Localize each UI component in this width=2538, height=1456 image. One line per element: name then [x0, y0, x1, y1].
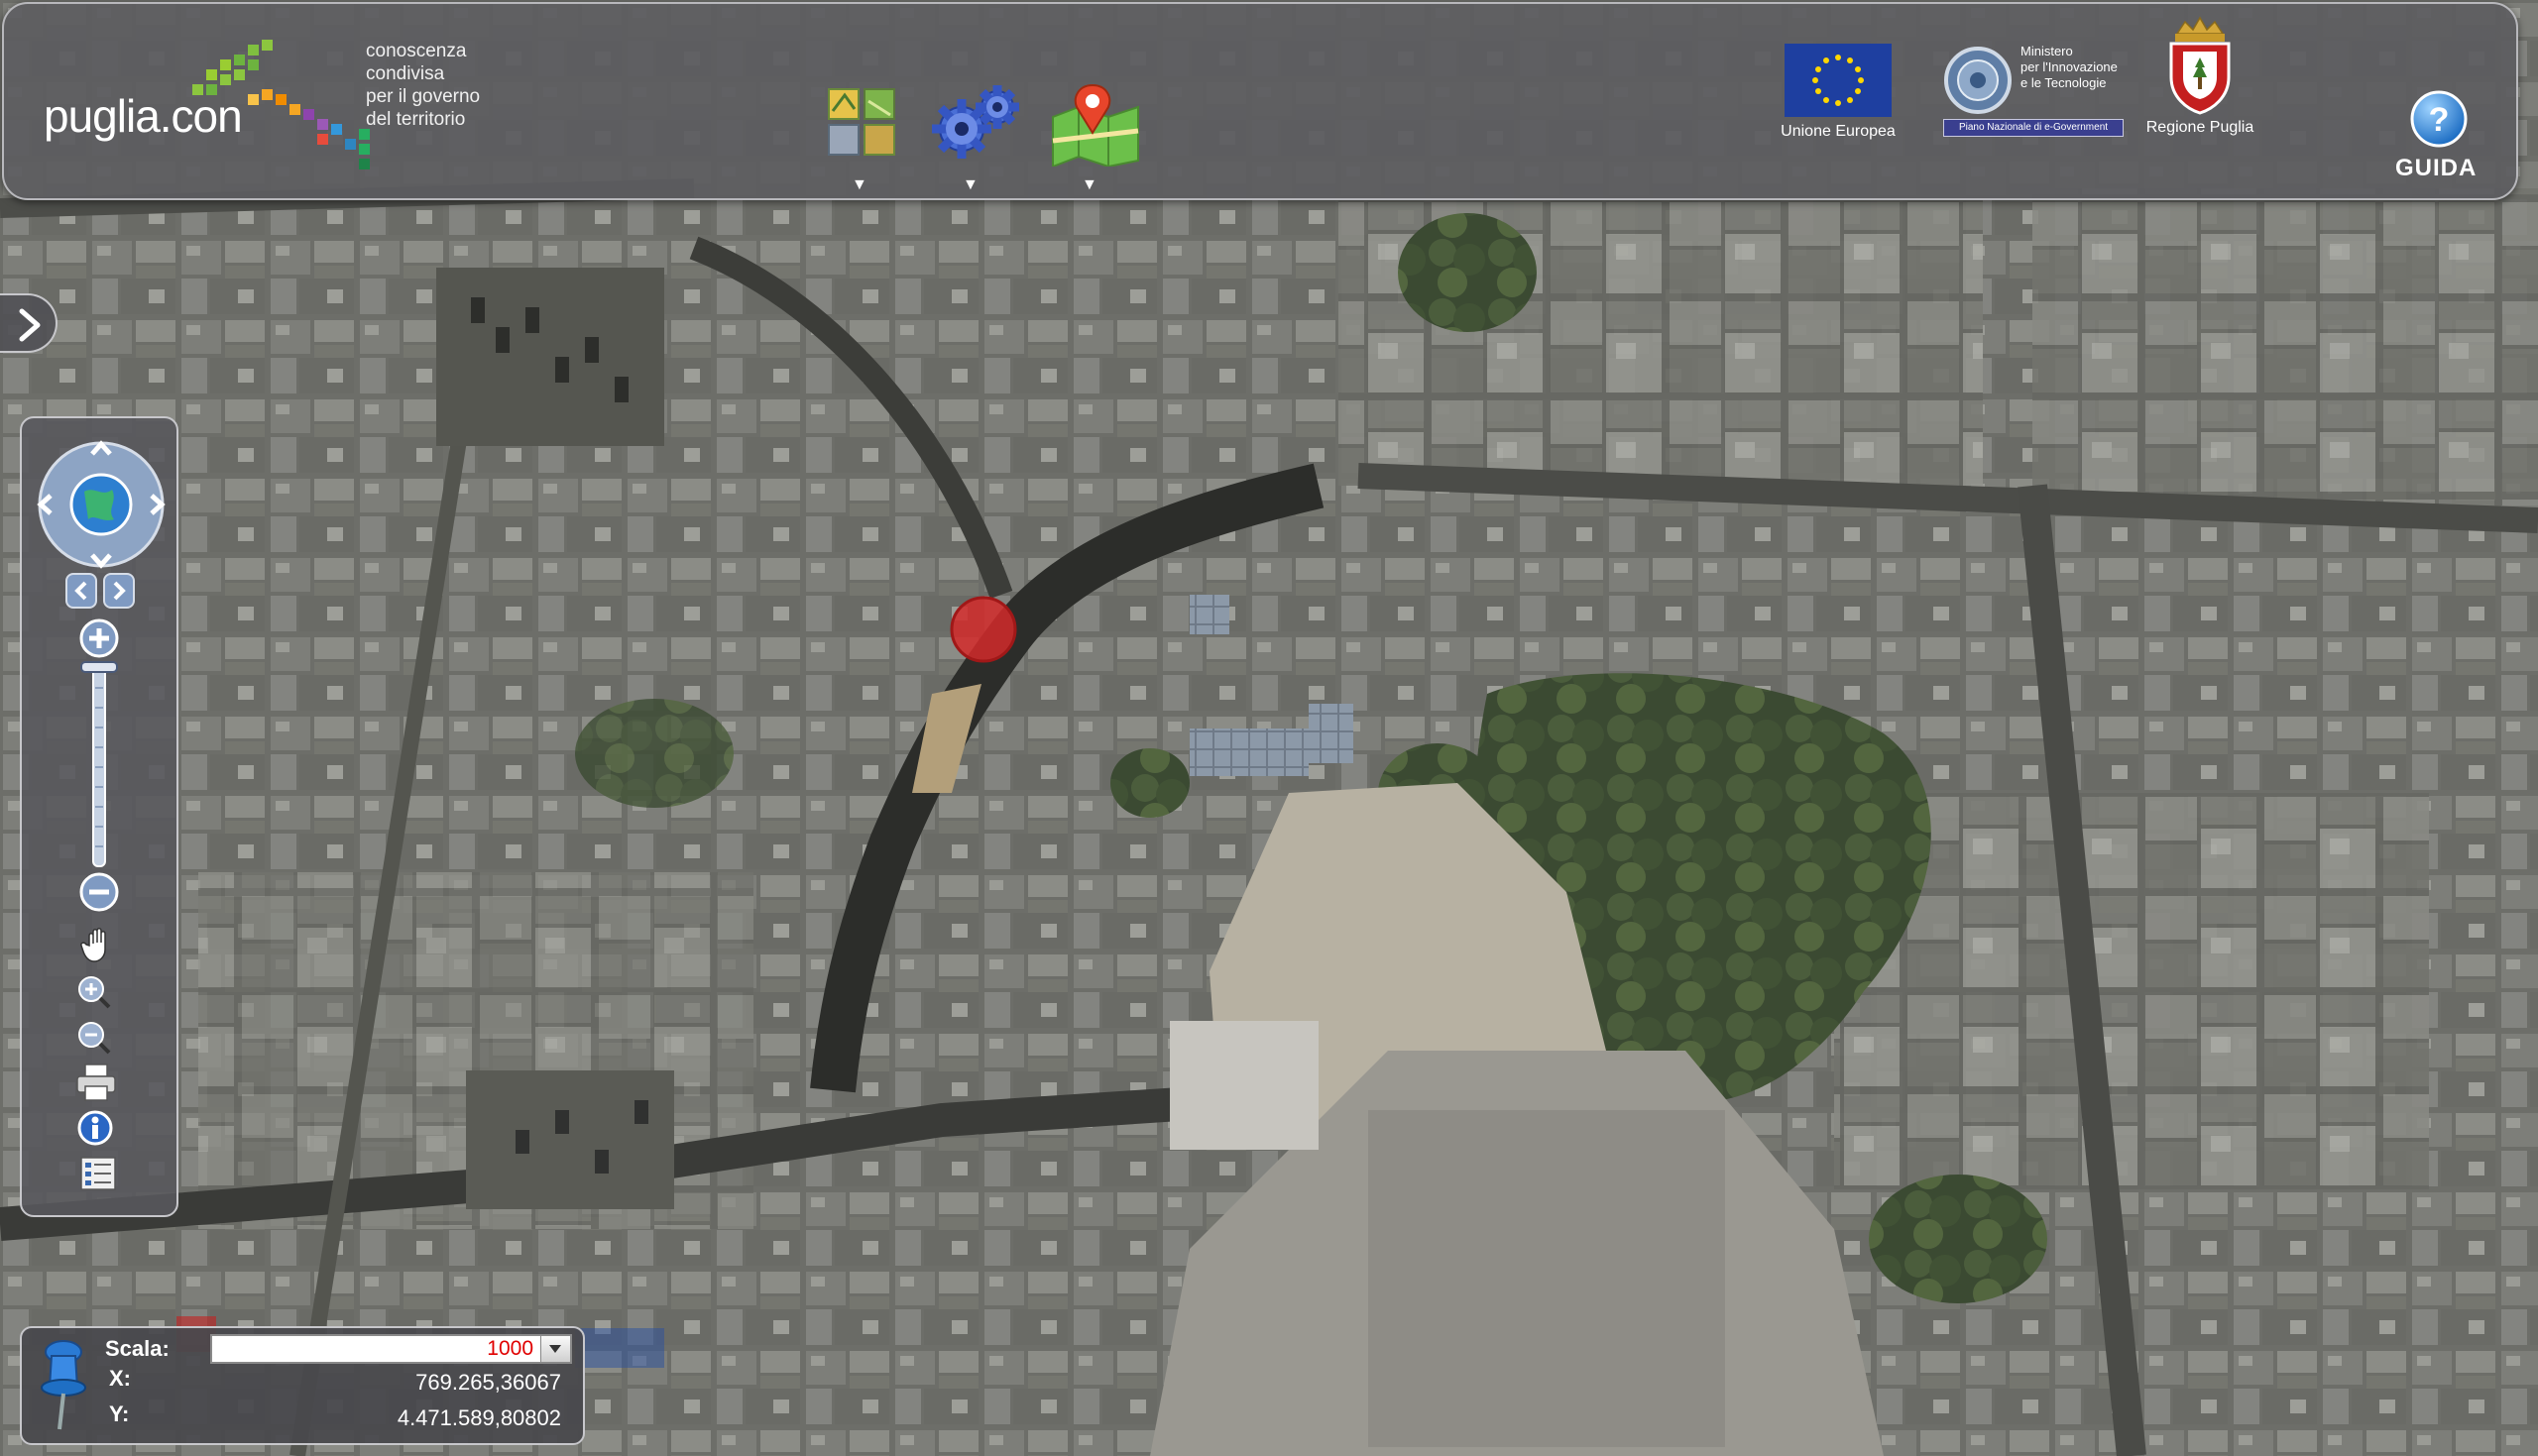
location-marker[interactable] — [950, 596, 1017, 663]
scale-label: Scala: — [105, 1336, 170, 1361]
layers-icon — [828, 88, 895, 156]
settings-dropdown-arrow[interactable]: ▼ — [963, 176, 979, 194]
header-bar: puglia.con conoscenza condivisa per il g… — [2, 2, 2518, 200]
eu-flag-icon — [1785, 44, 1892, 117]
gears-icon — [932, 85, 1019, 159]
regione-label: Regione Puglia — [2145, 119, 2254, 136]
pan-control[interactable] — [37, 440, 166, 569]
regione-puglia-logo[interactable]: Regione Puglia — [2135, 16, 2264, 145]
y-coordinate-value: 4.471.589,80802 — [397, 1405, 561, 1430]
puglia-con-logo[interactable]: puglia.con conoscenza condivisa per il g… — [44, 26, 510, 174]
ministero-label: Ministero per l'Innovazione e le Tecnolo… — [2020, 44, 2118, 90]
egov-banner: Piano Nazionale di e-Government — [1943, 119, 2124, 137]
pan-hand-icon[interactable] — [79, 924, 119, 963]
chevron-right-icon — [19, 308, 41, 342]
eu-label: Unione Europea — [1781, 123, 1896, 140]
map-pin-icon — [1052, 83, 1139, 168]
history-next-button[interactable] — [103, 573, 135, 609]
settings-tool-button[interactable]: ▼ — [930, 81, 1019, 193]
sidebar-toggle-button[interactable] — [0, 293, 58, 353]
push-pin-icon[interactable] — [26, 1338, 95, 1437]
layers-tool-button[interactable]: ▼ — [819, 81, 904, 193]
ministero-seal-icon — [1944, 47, 2012, 114]
info-icon[interactable] — [77, 1110, 117, 1150]
triangle-down-icon — [549, 1345, 561, 1353]
x-coordinate-value: 769.265,36067 — [415, 1370, 561, 1395]
logo-wordmark: puglia.con — [44, 90, 243, 142]
zoom-box-out-icon[interactable] — [75, 1019, 115, 1059]
chevron-right-icon — [113, 581, 126, 601]
x-label: X: — [109, 1366, 131, 1391]
logo-tagline: conoscenza condivisa per il governo del … — [366, 41, 481, 130]
history-prev-button[interactable] — [65, 573, 97, 609]
help-glyph: ? — [2429, 101, 2450, 139]
ministero-logo[interactable]: Ministero per l'Innovazione e le Tecnolo… — [1943, 44, 2141, 143]
layers-dropdown-arrow[interactable]: ▼ — [852, 176, 867, 194]
map-dropdown-arrow[interactable]: ▼ — [1082, 176, 1097, 194]
guida-label[interactable]: GUIDA — [2395, 155, 2477, 182]
navigation-panel — [20, 416, 178, 1217]
legend-list-icon[interactable] — [79, 1156, 119, 1195]
eu-logo[interactable]: Unione Europea — [1779, 44, 1898, 143]
aerial-map[interactable] — [0, 0, 2538, 1456]
print-icon[interactable] — [75, 1063, 119, 1102]
map-tool-button[interactable]: ▼ — [1049, 81, 1139, 193]
scale-dropdown-button[interactable] — [540, 1336, 570, 1362]
coordinates-panel: Scala: X: 769.265,36067 Y: 4.471.589,808… — [20, 1326, 585, 1445]
zoom-slider-handle[interactable] — [80, 661, 118, 673]
zoom-slider[interactable] — [71, 618, 131, 916]
chevron-left-icon — [74, 581, 87, 601]
regione-crest-icon — [2169, 16, 2231, 115]
zoom-box-in-icon[interactable] — [75, 973, 115, 1013]
help-question-icon: ? — [2410, 90, 2468, 148]
y-label: Y: — [109, 1401, 130, 1426]
scale-combobox[interactable] — [210, 1334, 572, 1364]
scale-input[interactable] — [212, 1336, 539, 1362]
